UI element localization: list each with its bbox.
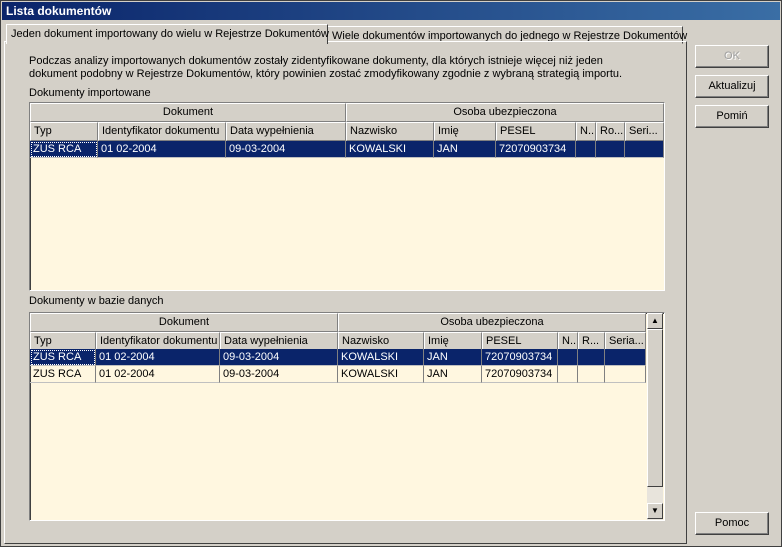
database-documents-grid[interactable]: Dokument Osoba ubezpieczona Typ Identyfi…	[29, 312, 665, 521]
cell-pesel[interactable]: 72070903734	[482, 349, 558, 366]
database-documents-label: Dokumenty w bazie danych	[29, 295, 164, 307]
column-header-n[interactable]: N...	[576, 122, 596, 141]
cell-n[interactable]	[576, 141, 596, 158]
cell-n[interactable]	[558, 349, 578, 366]
cell-fill-date[interactable]: 09-03-2004	[220, 349, 338, 366]
cell-surname[interactable]: KOWALSKI	[338, 349, 424, 366]
dialog-window: Lista dokumentów Jeden dokument importow…	[0, 0, 782, 547]
cell-surname[interactable]: KOWALSKI	[338, 366, 424, 383]
cell-first-name[interactable]: JAN	[434, 141, 496, 158]
cell-series[interactable]	[605, 349, 646, 366]
description-text: Podczas analizy importowanych dokumentów…	[29, 55, 623, 80]
cell-type[interactable]: ZUS RCA	[30, 366, 96, 383]
help-button[interactable]: Pomoc	[695, 512, 769, 535]
column-header-pesel[interactable]: PESEL	[496, 122, 576, 141]
column-header-fill-date[interactable]: Data wypełnienia	[226, 122, 346, 141]
cell-ro[interactable]	[596, 141, 625, 158]
column-header-type[interactable]: Typ	[30, 122, 98, 141]
cell-document-id[interactable]: 01 02-2004	[96, 366, 220, 383]
group-header-document: Dokument	[30, 103, 346, 122]
cell-r[interactable]	[578, 349, 605, 366]
cell-first-name[interactable]: JAN	[424, 349, 482, 366]
arrow-down-icon[interactable]: ▼	[647, 503, 663, 519]
skip-button[interactable]: Pomiń	[695, 105, 769, 128]
column-header-first-name[interactable]: Imię	[434, 122, 496, 141]
cell-series[interactable]	[625, 141, 664, 158]
cell-type[interactable]: ZUS RCA	[30, 349, 96, 366]
title-bar: Lista dokumentów	[2, 2, 780, 20]
column-header-ro[interactable]: Ro...	[596, 122, 625, 141]
cell-type[interactable]: ZUS RCA	[30, 141, 98, 158]
ok-button[interactable]: OK	[695, 45, 769, 68]
scrollbar-thumb[interactable]	[647, 329, 663, 487]
cell-document-id[interactable]: 01 02-2004	[98, 141, 226, 158]
cell-first-name[interactable]: JAN	[424, 366, 482, 383]
column-header-surname[interactable]: Nazwisko	[346, 122, 434, 141]
cell-surname[interactable]: KOWALSKI	[346, 141, 434, 158]
vertical-scrollbar[interactable]: ▲ ▼	[647, 313, 663, 520]
group-header-insured: Osoba ubezpieczona	[338, 313, 646, 332]
imported-documents-grid[interactable]: Dokument Osoba ubezpieczona Typ Identyfi…	[29, 102, 665, 291]
column-header-series[interactable]: Seri...	[625, 122, 664, 141]
cell-document-id[interactable]: 01 02-2004	[96, 349, 220, 366]
cell-r[interactable]	[578, 366, 605, 383]
tab-single-to-many[interactable]: Jeden dokument importowany do wielu w Re…	[6, 24, 329, 44]
imported-documents-label: Dokumenty importowane	[29, 87, 151, 99]
refresh-button[interactable]: Aktualizuj	[695, 75, 769, 98]
cell-n[interactable]	[558, 366, 578, 383]
arrow-up-icon[interactable]: ▲	[647, 313, 663, 329]
group-header-document: Dokument	[30, 313, 338, 332]
cell-pesel[interactable]: 72070903734	[482, 366, 558, 383]
window-title: Lista dokumentów	[6, 4, 112, 18]
cell-series[interactable]	[605, 366, 646, 383]
group-header-insured: Osoba ubezpieczona	[346, 103, 664, 122]
column-header-document-id[interactable]: Identyfikator dokumentu	[98, 122, 226, 141]
cell-fill-date[interactable]: 09-03-2004	[226, 141, 346, 158]
cell-pesel[interactable]: 72070903734	[496, 141, 576, 158]
cell-fill-date[interactable]: 09-03-2004	[220, 366, 338, 383]
